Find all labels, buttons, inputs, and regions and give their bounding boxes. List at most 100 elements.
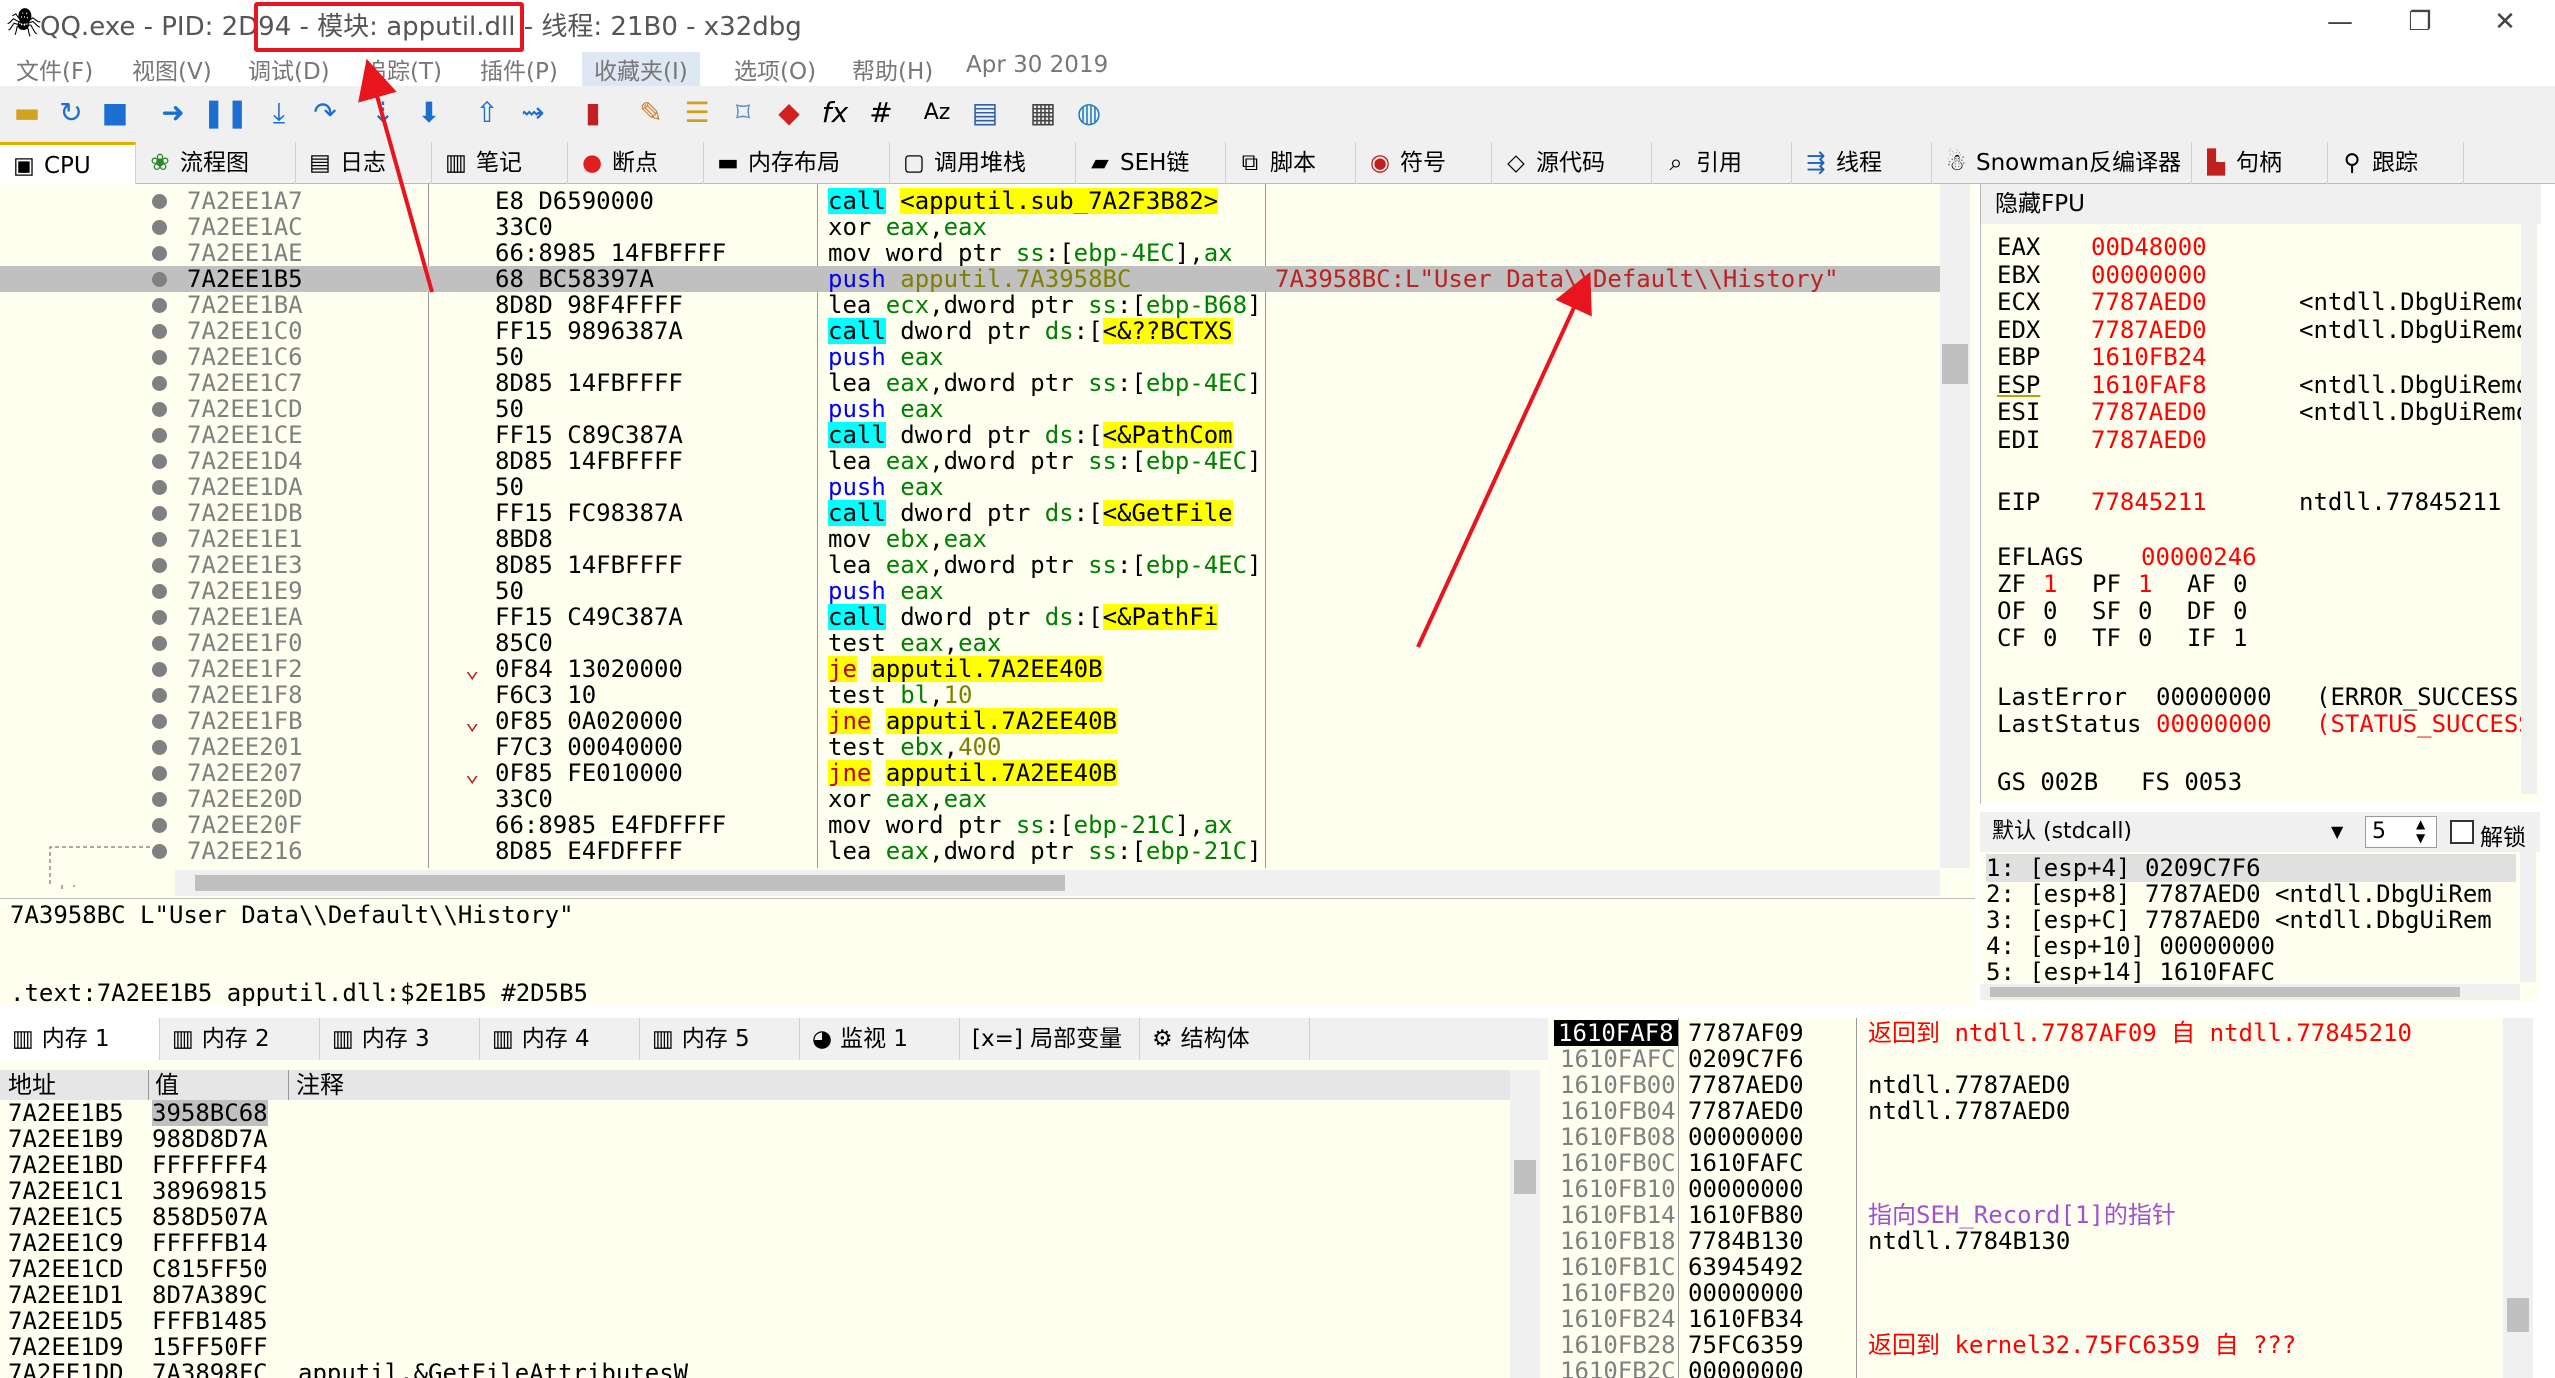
flag-name[interactable]: IF [2187,625,2216,652]
step-over-icon[interactable]: ↷ [306,94,344,132]
flag-value[interactable]: 0 [2138,625,2152,652]
disasm-row[interactable]: 7A2EE1C7 8D85 14FBFFFF lea eax,dword ptr s… [0,370,1950,396]
dump-row[interactable]: 7A2EE1C1 38969815 [0,1178,1510,1204]
flag-name[interactable]: OF [1997,598,2026,625]
disasm-row[interactable]: 7A2EE1CE FF15 C89C387A call dword ptr ds:[… [0,422,1950,448]
memory-dump[interactable]: 地址 值 注释 7A2EE1B5 3958BC68 7A2EE1B9 988D8D7A… [0,1060,1545,1378]
argument-row[interactable]: 5: [esp+14] 1610FAFC [1986,958,2516,986]
disasm-row[interactable]: 7A2EE1FB ⌄ 0F85 0A020000 jne apputil.7A2EE4… [0,708,1950,734]
disasm-row[interactable]: 7A2EE1E3 8D85 14FBFFFF lea eax,dword ptr s… [0,552,1950,578]
tab-dump-5[interactable]: ▥ 内存 5 [640,1018,800,1060]
breakpoint-dot-icon[interactable] [152,610,167,625]
menu-help[interactable]: 帮助(H) [852,52,933,86]
scylla-icon[interactable]: ▮ [574,94,612,132]
stack-row[interactable]: 1610FB0C 1610FAFC [1548,1150,2533,1176]
tab-threads[interactable]: ⇶ 线程 [1792,142,1932,184]
disassembly-view[interactable]: 7A2EE1A7 E8 D6590000 call <apputil.sub_7A2… [0,184,1975,898]
stack-row[interactable]: 1610FB10 00000000 [1548,1176,2533,1202]
tab-script[interactable]: ⧉ 脚本 [1226,142,1356,184]
tab-notes[interactable]: ▥ 笔记 [432,142,568,184]
tab-watch-1[interactable]: ◕ 监视 1 [800,1018,960,1060]
dump-header-comment[interactable]: 注释 [296,1070,344,1100]
disasm-row[interactable]: 7A2EE1F2 ⌄ 0F84 13020000 je apputil.7A2EE40… [0,656,1950,682]
tab-dump-2[interactable]: ▥ 内存 2 [160,1018,320,1060]
tab-log[interactable]: ▤ 日志 [296,142,432,184]
flag-name[interactable]: SF [2092,598,2121,625]
tab-seh[interactable]: ▰ SEH链 [1076,142,1226,184]
flag-value[interactable]: 0 [2043,598,2057,625]
disasm-row[interactable]: 7A2EE1E9 50 push eax [0,578,1950,604]
disasm-row[interactable]: 7A2EE1CD 50 push eax [0,396,1950,422]
open-icon[interactable]: ▬ [8,94,46,132]
breakpoint-dot-icon[interactable] [152,480,167,495]
disasm-row[interactable]: 7A2EE1B5 68 BC58397A push apputil.7A3958BC… [0,266,1950,292]
stack-row[interactable]: 1610FAFC 0209C7F6 [1548,1046,2533,1072]
dump-header-address[interactable]: 地址 [8,1070,56,1100]
tab-dump-3[interactable]: ▥ 内存 3 [320,1018,480,1060]
stack-row[interactable]: 1610FB04 7787AED0 ntdll.7787AED0 [1548,1098,2533,1124]
disasm-row[interactable]: 7A2EE1A7 E8 D6590000 call <apputil.sub_7A2… [0,188,1950,214]
stack-row[interactable]: 1610FB28 75FC6359 返回到 kernel32.75FC6359 自 … [1548,1332,2533,1358]
breakpoint-dot-icon[interactable] [152,272,167,287]
dump-row[interactable]: 7A2EE1DD 7A3898FC apputil.&GetFileAttribut… [0,1360,1510,1378]
menu-plugins[interactable]: 插件(P) [480,52,558,86]
flag-name[interactable]: PF [2092,571,2121,598]
argument-row[interactable]: 1: [esp+4] 0209C7F6 [1986,854,2516,882]
dump-row[interactable]: 7A2EE1B5 3958BC68 [0,1100,1510,1126]
disasm-row[interactable]: 7A2EE1DA 50 push eax [0,474,1950,500]
function-icon[interactable]: fx [816,94,854,132]
disasm-row[interactable]: 7A2EE1C0 FF15 9896387A call dword ptr ds:[… [0,318,1950,344]
breakpoint-dot-icon[interactable] [152,350,167,365]
argument-row[interactable]: 2: [esp+8] 7787AED0 <ntdll.DbgUiRem [1986,880,2516,908]
stack-row[interactable]: 1610FB20 00000000 [1548,1280,2533,1306]
stack-row[interactable]: 1610FB24 1610FB34 [1548,1306,2533,1332]
tab-callstack[interactable]: ▢ 调用堆栈 [890,142,1076,184]
strings-icon[interactable]: Az [918,94,956,132]
hide-fpu-button[interactable]: 隐藏FPU [1981,184,2541,224]
menu-debug[interactable]: 调试(D) [248,52,330,86]
trace-over-icon[interactable]: ⬇ [410,94,448,132]
restart-icon[interactable]: ↻ [52,94,90,132]
run-to-user-code-icon[interactable]: ⇝ [514,94,552,132]
tab-dump-4[interactable]: ▥ 内存 4 [480,1018,640,1060]
args-hscroll-thumb[interactable] [1990,987,2460,997]
menu-options[interactable]: 选项(O) [734,52,816,86]
flag-name[interactable]: AF [2187,571,2216,598]
breakpoint-dot-icon[interactable] [152,454,167,469]
breakpoint-dot-icon[interactable] [152,532,167,547]
flag-value[interactable]: 1 [2233,625,2247,652]
step-into-icon[interactable]: ⤓ [260,94,298,132]
breakpoint-dot-icon[interactable] [152,246,167,261]
disasm-hscroll-thumb[interactable] [195,875,1065,891]
flag-value[interactable]: 0 [2043,625,2057,652]
flag-value[interactable]: 0 [2138,598,2152,625]
flag-name[interactable]: CF [1997,625,2026,652]
breakpoint-dot-icon[interactable] [152,584,167,599]
arguments-view[interactable]: 1: [esp+4] 0209C7F6 2: [esp+8] 7787AED0 <… [1980,852,2540,1002]
stack-row[interactable]: 1610FB08 00000000 [1548,1124,2533,1150]
arg-count-spinner[interactable]: 5 ▲ ▼ [2365,816,2437,848]
tab-memory-map[interactable]: ▬ 内存布局 [704,142,890,184]
tab-handles[interactable]: ▙ 句柄 [2192,142,2328,184]
execute-till-return-icon[interactable]: ⇧ [468,94,506,132]
disasm-row[interactable]: 7A2EE20D 33C0 xor eax,eax [0,786,1950,812]
disasm-row[interactable]: 7A2EE1F8 F6C3 10 test bl,10 [0,682,1950,708]
disasm-row[interactable]: 7A2EE1DB FF15 FC98387A call dword ptr ds:[… [0,500,1950,526]
dump-row[interactable]: 7A2EE1BD FFFFFFF4 [0,1152,1510,1178]
dump-row[interactable]: 7A2EE1C5 858D507A [0,1204,1510,1230]
args-vscroll[interactable] [2520,852,2536,982]
breakpoint-dot-icon[interactable] [152,220,167,235]
flag-name[interactable]: DF [2187,598,2216,625]
tab-struct[interactable]: ⚙ 结构体 [1140,1018,1310,1060]
flag-name[interactable]: TF [2092,625,2121,652]
breakpoint-dot-icon[interactable] [152,506,167,521]
args-hscroll[interactable] [1980,984,2520,1000]
pause-icon[interactable]: ❚❚ [202,94,249,132]
spin-arrows-icon[interactable]: ▲ ▼ [2416,817,2425,845]
stack-vscroll[interactable] [2503,1018,2533,1378]
bookmark-icon[interactable]: ◆ [770,94,808,132]
flag-name[interactable]: ZF [1997,571,2026,598]
breakpoint-dot-icon[interactable] [152,194,167,209]
stack-row[interactable]: 1610FB00 7787AED0 ntdll.7787AED0 [1548,1072,2533,1098]
disasm-row[interactable]: 7A2EE1BA 8D8D 98F4FFFF lea ecx,dword ptr s… [0,292,1950,318]
